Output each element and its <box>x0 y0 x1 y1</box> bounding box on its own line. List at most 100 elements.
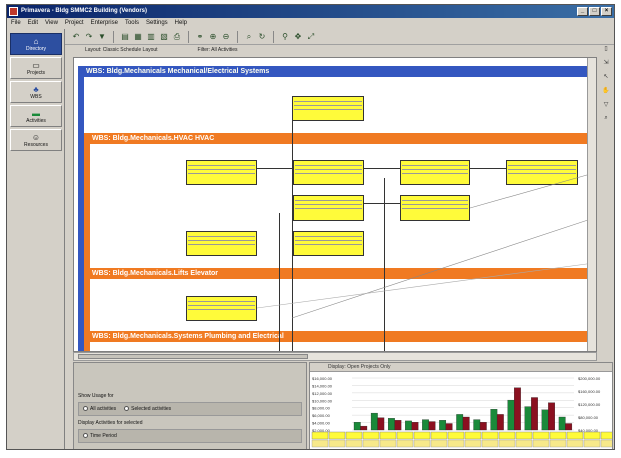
timescale-cell <box>311 439 329 448</box>
radio-time-period[interactable]: Time Period <box>83 433 117 439</box>
zoom-icon[interactable]: ⌕ <box>598 115 614 129</box>
chart-bar <box>496 414 504 431</box>
bars-icon[interactable]: ▧ <box>159 32 169 42</box>
usage-options: All activities Selected activities <box>78 402 302 416</box>
layout-name[interactable]: Layout: Classic Schedule Layout <box>85 45 158 55</box>
diagonal-links <box>256 172 595 319</box>
network-diagram[interactable]: WBS: Bldg.Mechanicals Mechanical/Electri… <box>73 57 597 352</box>
menu-settings[interactable]: Settings <box>146 18 168 29</box>
timescale-cell <box>362 431 380 440</box>
filter-name[interactable]: Filter: All Activities <box>198 45 238 55</box>
resource-usage-chart: Display: Open Projects Only $16,000.00 $1… <box>309 362 613 449</box>
menu-view[interactable]: View <box>45 18 58 29</box>
filter-icon[interactable]: ▼ <box>97 32 107 42</box>
timescale-cell <box>515 431 533 440</box>
timescale-cell <box>328 439 346 448</box>
toolbar-separator <box>273 30 274 43</box>
minimize-button[interactable]: _ <box>577 7 588 16</box>
sidebar-item-resources[interactable]: ☺ Resources <box>10 129 62 151</box>
toolbar: ↶ ↷ ▼ ▤ ▦ ▥ ▧ ⎙ ⚭ ⊕ ⊖ ⌕ ↻ ⚲ ✥ ⤢ <box>65 29 614 45</box>
timescale-cell <box>430 431 448 440</box>
title-bar: Primavera - Bldg SMMC2 Building (Vendors… <box>7 5 614 18</box>
timescale-cell <box>583 439 601 448</box>
chart-bar <box>490 409 498 431</box>
sidebar-item-projects[interactable]: ▭ Projects <box>10 57 62 79</box>
close-button[interactable]: × <box>601 7 612 16</box>
chart-bar <box>439 420 447 431</box>
link-icon[interactable]: ⚭ <box>195 32 205 42</box>
chart-header[interactable]: Display: Open Projects Only <box>310 363 612 372</box>
sidebar-item-label: Projects <box>26 69 46 76</box>
folder-icon: ▭ <box>32 60 40 70</box>
timescale-cell <box>566 439 584 448</box>
hand-icon[interactable]: ✋ <box>598 87 614 101</box>
y2-tick-label: $80,000.00 <box>578 415 599 420</box>
menu-project[interactable]: Project <box>65 18 84 29</box>
people-icon: ☺ <box>31 132 41 142</box>
menu-enterprise[interactable]: Enterprise <box>91 18 118 29</box>
refresh-icon[interactable]: ↻ <box>257 32 267 42</box>
timescale-cell <box>413 431 431 440</box>
horizontal-scrollbar[interactable] <box>73 352 597 361</box>
chart-bar <box>558 416 566 431</box>
chart-bar <box>548 402 555 431</box>
radio-all-activities[interactable]: All activities <box>83 406 116 412</box>
filter-icon[interactable]: ▽ <box>598 101 614 115</box>
timescale-cell <box>447 431 465 440</box>
toolbar-separator <box>188 30 189 43</box>
print-icon[interactable]: ⎙ <box>172 32 182 42</box>
scroll-thumb[interactable] <box>78 354 308 359</box>
vertical-scrollbar[interactable] <box>587 58 596 351</box>
chart-bar <box>394 420 402 431</box>
timescale-cell <box>532 431 550 440</box>
timescale-cell <box>600 439 612 448</box>
grid-icon[interactable]: ▦ <box>133 32 143 42</box>
display-options: Time Period <box>78 429 302 443</box>
chart-bar <box>405 420 412 431</box>
redo-icon[interactable]: ↷ <box>84 32 94 42</box>
chart-bar <box>531 397 538 431</box>
chart-bar <box>456 414 464 431</box>
timescale-cell <box>464 431 482 440</box>
select-icon[interactable]: ⇲ <box>598 59 614 73</box>
option-time-label: Time Period <box>90 433 117 439</box>
application-window: Primavera - Bldg SMMC2 Building (Vendors… <box>6 4 615 450</box>
timescale-cell <box>549 439 567 448</box>
maximize-button[interactable]: □ <box>589 7 600 16</box>
chart-bar <box>388 418 395 431</box>
menu-tools[interactable]: Tools <box>125 18 139 29</box>
undo-icon[interactable]: ↶ <box>71 32 81 42</box>
zoom-out-icon[interactable]: ⊖ <box>221 32 231 42</box>
menu-edit[interactable]: Edit <box>28 18 38 29</box>
page-icon[interactable]: ▯ <box>598 45 614 59</box>
timescale-cell <box>549 431 567 440</box>
layout-icon[interactable]: ▤ <box>120 32 130 42</box>
sidebar-item-activities[interactable]: ▬ Activities <box>10 105 62 127</box>
find-icon[interactable]: ⌕ <box>244 32 254 42</box>
wbs-icon: ♣ <box>33 84 39 94</box>
timescale-cell <box>396 431 414 440</box>
timescale-cell <box>515 439 533 448</box>
bars-icon: ▬ <box>32 108 40 118</box>
menu-help[interactable]: Help <box>175 18 187 29</box>
y-tick-label: $12,000.00 <box>312 391 333 396</box>
y-tick-label: $8,000.00 <box>312 406 331 411</box>
sidebar-item-directory[interactable]: ⌂ Directory <box>10 33 62 55</box>
timescale-cell <box>413 439 431 448</box>
timescale-cell <box>566 431 584 440</box>
timescale-cell <box>447 439 465 448</box>
columns-icon[interactable]: ▥ <box>146 32 156 42</box>
sidebar-item-label: Directory <box>25 45 46 52</box>
fit-icon[interactable]: ⤢ <box>306 32 316 42</box>
zoom-in-icon[interactable]: ⊕ <box>208 32 218 42</box>
radio-selected-activities[interactable]: Selected activities <box>124 406 171 412</box>
menu-file[interactable]: File <box>11 18 21 29</box>
pointer-icon[interactable]: ↖ <box>598 73 614 87</box>
timescale-cell <box>328 431 346 440</box>
zoom-icon[interactable]: ⚲ <box>280 32 290 42</box>
timescale-cell <box>345 439 363 448</box>
y-tick-label: $16,000.00 <box>312 376 333 381</box>
pan-icon[interactable]: ✥ <box>293 32 303 42</box>
sidebar-item-wbs[interactable]: ♣ WBS <box>10 81 62 103</box>
y-tick-label: $4,000.00 <box>312 421 331 426</box>
